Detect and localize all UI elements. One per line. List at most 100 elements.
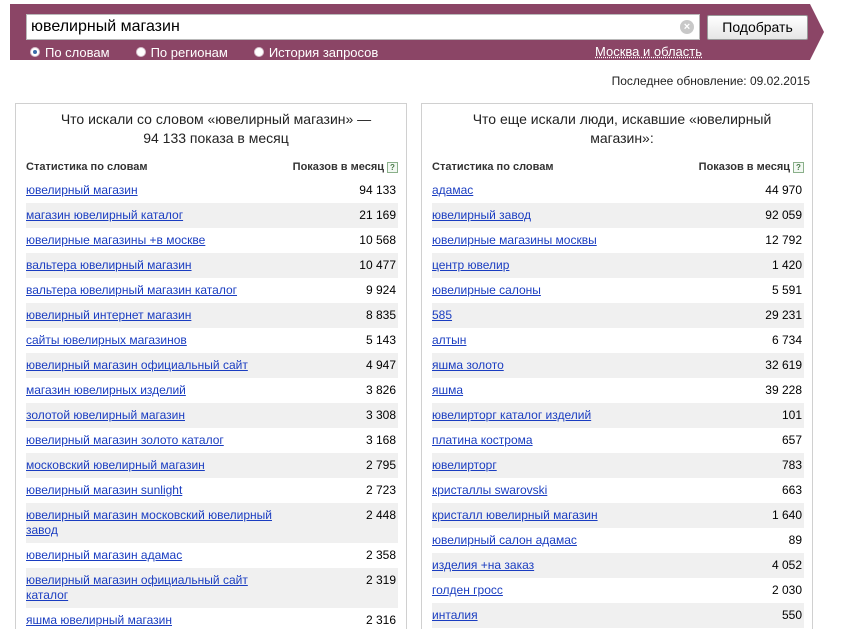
impressions-count: 9 924 <box>365 283 396 297</box>
keyword-link[interactable]: голден гросс <box>432 583 692 598</box>
table-row: ювелирный магазин sunlight 2 723 <box>26 478 398 503</box>
keyword-link[interactable]: магазин ювелирных изделий <box>26 383 286 398</box>
keyword-link[interactable]: ювелирные магазины москвы <box>432 233 692 248</box>
keyword-link[interactable]: московский ювелирный магазин <box>26 458 286 473</box>
table-row: яшма золото 32 619 <box>432 353 804 378</box>
left-table-header: Статистика по словам Показов в месяц ? <box>26 159 398 177</box>
impressions-count: 44 970 <box>765 183 802 197</box>
mode-label: По регионам <box>150 44 228 60</box>
impressions-count: 101 <box>781 408 802 422</box>
keyword-link[interactable]: изделия +на заказ <box>432 558 692 573</box>
region-selector-link[interactable]: Москва и область <box>595 44 702 59</box>
keyword-column-header: Статистика по словам <box>432 161 554 173</box>
impressions-count: 8 835 <box>365 308 396 322</box>
left-panel: Что искали со словом «ювелирный магазин»… <box>15 103 407 629</box>
impressions-count: 2 448 <box>365 508 396 522</box>
table-row: ювелирный магазин официальный сайт катал… <box>26 568 398 608</box>
table-row: московский ювелирный магазин 2 795 <box>26 453 398 478</box>
keyword-link[interactable]: ювелирные салоны <box>432 283 692 298</box>
keyword-link[interactable]: ювелирный завод <box>432 208 692 223</box>
keyword-link[interactable]: ювелирные магазины +в москве <box>26 233 286 248</box>
keyword-link[interactable]: ювелирный магазин sunlight <box>26 483 286 498</box>
keyword-link[interactable]: алтын <box>432 333 692 348</box>
impressions-count: 10 477 <box>359 258 396 272</box>
radio-selected-icon <box>30 47 40 57</box>
impressions-count: 3 168 <box>365 433 396 447</box>
mode-label: История запросов <box>268 44 379 60</box>
keyword-link[interactable]: вальтера ювелирный магазин каталог <box>26 283 286 298</box>
keyword-link[interactable]: инталия <box>432 608 692 623</box>
impressions-count: 4 947 <box>365 358 396 372</box>
table-row: ювелирные салоны 5 591 <box>432 278 804 303</box>
impressions-count: 29 231 <box>765 308 802 322</box>
clear-icon[interactable]: × <box>680 20 694 34</box>
keyword-link[interactable]: ювелирный магазин адамас <box>26 548 286 563</box>
keyword-link[interactable]: золотой ювелирный магазин <box>26 408 286 423</box>
keyword-link[interactable]: вальтера ювелирный магазин <box>26 258 286 273</box>
search-bar: × Подобрать По словам По регионам Истори… <box>10 4 810 60</box>
keyword-link[interactable]: кристалл ювелирный магазин <box>432 508 692 523</box>
keyword-link[interactable]: ювелирный магазин золото каталог <box>26 433 286 448</box>
impressions-count: 89 <box>788 533 802 547</box>
mode-label: По словам <box>45 44 110 60</box>
impressions-count: 39 228 <box>765 383 802 397</box>
impressions-count: 2 319 <box>365 573 396 587</box>
impressions-count: 1 640 <box>771 508 802 522</box>
keyword-link[interactable]: кристаллы swarovski <box>432 483 692 498</box>
keyword-link[interactable]: сайты ювелирных магазинов <box>26 333 286 348</box>
table-row: ювелирный магазин 94 133 <box>26 178 398 203</box>
search-bar-arrow <box>810 4 824 60</box>
keyword-link[interactable]: адамас <box>432 183 692 198</box>
table-row: ювелирные магазины +в москве 10 568 <box>26 228 398 253</box>
keyword-link[interactable]: ювелирный интернет магазин <box>26 308 286 323</box>
table-row: ювелирный магазин официальный сайт 4 947 <box>26 353 398 378</box>
keyword-link[interactable]: ювелирный магазин <box>26 183 286 198</box>
keyword-link[interactable]: платина кострома <box>432 433 692 448</box>
keyword-link[interactable]: центр ювелир <box>432 258 692 273</box>
impressions-count: 657 <box>781 433 802 447</box>
mode-by-regions[interactable]: По регионам <box>135 44 228 60</box>
keyword-link[interactable]: магазин ювелирный каталог <box>26 208 286 223</box>
right-panel-title: Что еще искали люди, искавшие «ювелирный… <box>472 111 772 146</box>
mode-history[interactable]: История запросов <box>253 44 379 60</box>
left-table-body: ювелирный магазин 94 133 магазин ювелирный… <box>26 178 398 629</box>
help-icon[interactable]: ? <box>793 161 804 173</box>
keyword-link[interactable]: ювелирный магазин официальный сайт <box>26 358 286 373</box>
right-table-body: адамас 44 970 ювелирный завод 92 059 ювелирн… <box>432 178 804 628</box>
search-input[interactable] <box>26 14 700 40</box>
impressions-count: 1 420 <box>771 258 802 272</box>
keyword-link[interactable]: 585 <box>432 308 692 323</box>
keyword-link[interactable]: ювелирный магазин московский ювелирный з… <box>26 508 286 538</box>
search-button[interactable]: Подобрать <box>707 15 808 40</box>
impressions-count: 32 619 <box>765 358 802 372</box>
impressions-count: 5 591 <box>771 283 802 297</box>
impressions-count: 10 568 <box>359 233 396 247</box>
help-icon[interactable]: ? <box>387 161 398 173</box>
keyword-link[interactable]: ювелирный магазин официальный сайт катал… <box>26 573 286 603</box>
count-column-header: Показов в месяц ? <box>293 161 398 173</box>
keyword-link[interactable]: ювелирный салон адамас <box>432 533 692 548</box>
table-row: ювелирный магазин золото каталог 3 168 <box>26 428 398 453</box>
keyword-link[interactable]: яшма золото <box>432 358 692 373</box>
count-column-label: Показов в месяц <box>292 161 384 173</box>
impressions-count: 2 030 <box>771 583 802 597</box>
keyword-link[interactable]: ювелирторг каталог изделий <box>432 408 692 423</box>
search-mode-group: По словам По регионам История запросов <box>30 44 404 60</box>
table-row: центр ювелир 1 420 <box>432 253 804 278</box>
keyword-link[interactable]: яшма ювелирный магазин <box>26 613 286 628</box>
impressions-count: 550 <box>781 608 802 622</box>
table-row: инталия 550 <box>432 603 804 628</box>
impressions-count: 4 052 <box>771 558 802 572</box>
mode-by-words[interactable]: По словам <box>30 44 110 60</box>
table-row: ювелирный завод 92 059 <box>432 203 804 228</box>
keyword-link[interactable]: яшма <box>432 383 692 398</box>
table-row: вальтера ювелирный магазин каталог 9 924 <box>26 278 398 303</box>
impressions-count: 5 143 <box>365 333 396 347</box>
table-row: адамас 44 970 <box>432 178 804 203</box>
table-row: изделия +на заказ 4 052 <box>432 553 804 578</box>
table-row: платина кострома 657 <box>432 428 804 453</box>
table-row: кристалл ювелирный магазин 1 640 <box>432 503 804 528</box>
impressions-count: 94 133 <box>359 183 396 197</box>
radio-icon <box>253 47 264 57</box>
keyword-link[interactable]: ювелирторг <box>432 458 692 473</box>
